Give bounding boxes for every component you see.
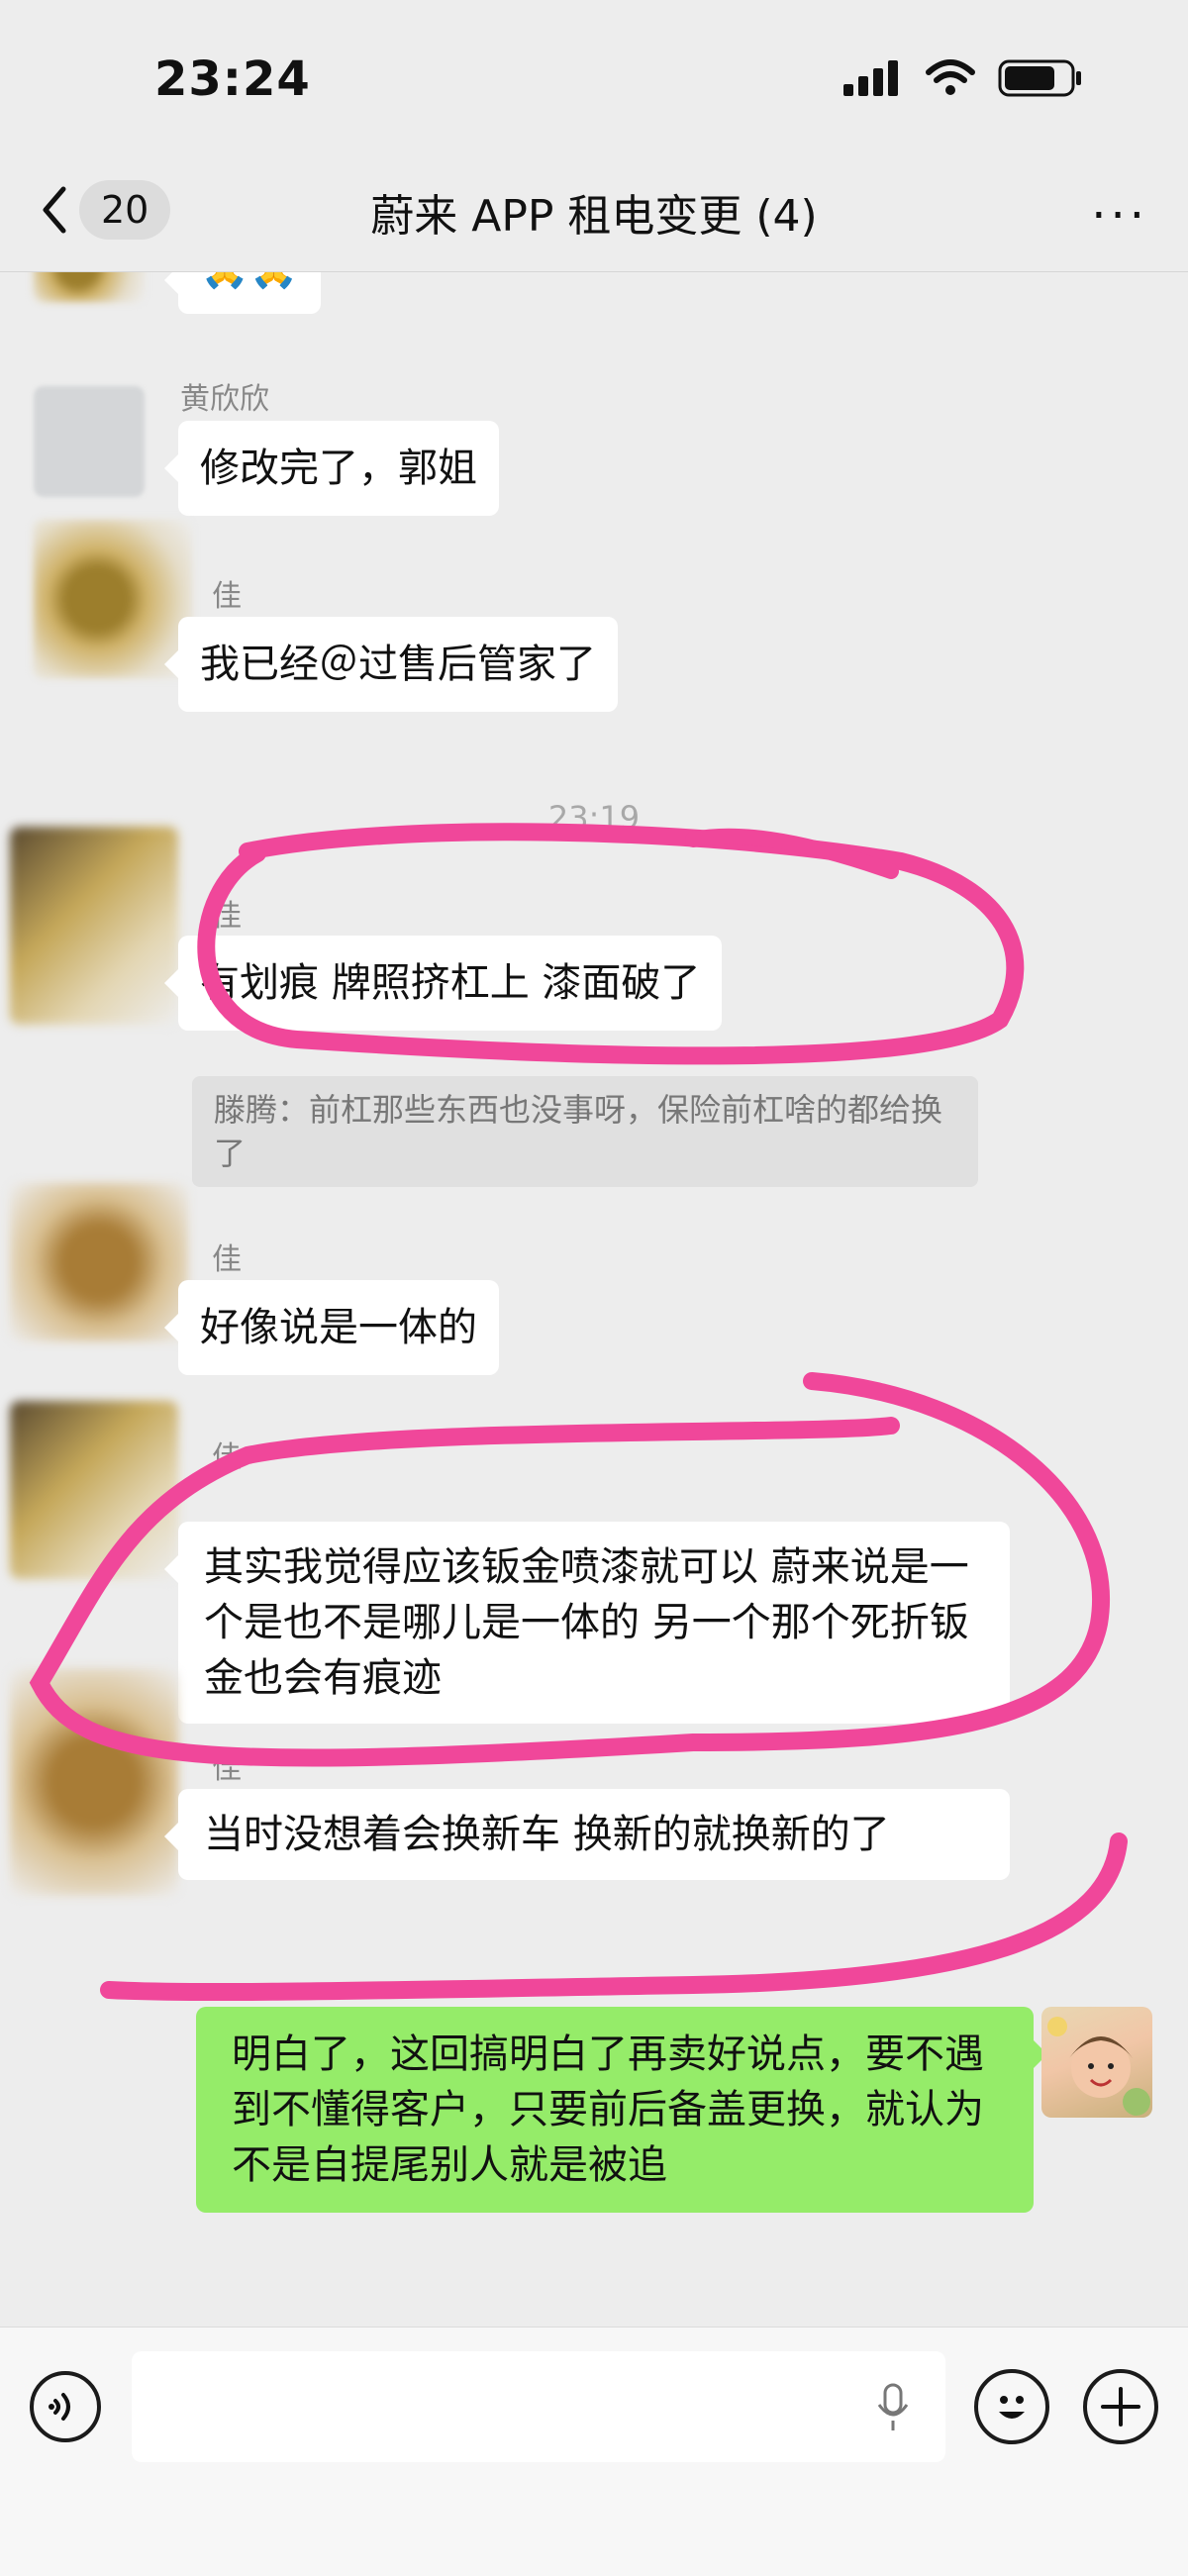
my-avatar[interactable] — [1041, 2007, 1152, 2118]
sender-name: 黄欣欣 — [180, 382, 269, 417]
message-bubble[interactable]: 我已经＠过售后管家了 — [164, 617, 618, 712]
my-message-bubble[interactable]: 明白了，这回搞明白了再卖好说点，要不遇到不懂得客户，只要前后备盖更换，就认为不是… — [196, 2007, 1047, 2213]
avatar[interactable] — [10, 1668, 178, 1896]
emoji-button[interactable] — [974, 2369, 1049, 2444]
emoji-icon — [999, 2396, 1025, 2419]
message-bubble[interactable]: 当时没想着会换新车 换新的就换新的了 — [164, 1789, 1010, 1880]
sender-name: 佳 — [212, 1440, 242, 1475]
avatar[interactable] — [34, 272, 145, 302]
message-input[interactable] — [132, 2351, 945, 2462]
avatar[interactable] — [10, 1183, 188, 1341]
timestamp: 23:19 — [547, 799, 641, 837]
message-list[interactable]: 🙏🙏 黄欣欣 修改完了，郭姐 佳 我已经＠过售后管家了 23:19 佳 有划痕 … — [0, 272, 1188, 2327]
voice-input-button[interactable] — [30, 2371, 101, 2442]
wifi-icon — [926, 59, 975, 95]
status-icons — [843, 57, 1083, 99]
sender-name: 佳 — [212, 899, 242, 934]
message-bubble[interactable]: 好像说是一体的 — [164, 1280, 499, 1375]
avatar[interactable] — [10, 827, 178, 1025]
plus-button[interactable] — [1083, 2369, 1158, 2444]
mic-icon[interactable] — [876, 2383, 910, 2432]
plus-icon — [1101, 2387, 1140, 2427]
voice-icon — [49, 2393, 70, 2421]
message-bubble[interactable]: 其实我觉得应该钣金喷漆就可以 蔚来说是一个是也不是哪儿是一体的 另一个那个死折钣… — [164, 1522, 1010, 1724]
sender-name: 佳 — [212, 1751, 242, 1786]
avatar[interactable] — [10, 1401, 178, 1579]
avatar[interactable] — [34, 386, 145, 497]
message-bubble[interactable]: 🙏🙏 — [164, 272, 321, 314]
more-options-button[interactable]: ··· — [1091, 188, 1148, 244]
input-bar — [0, 2327, 1188, 2576]
status-time: 23:24 — [154, 51, 311, 107]
message-bubble[interactable]: 修改完了，郭姐 — [164, 421, 499, 516]
message-bubble[interactable]: 有划痕 牌照挤杠上 漆面破了 — [163, 936, 723, 1031]
chat-title: 蔚来 APP 租电变更 (4) — [370, 191, 818, 242]
chat-header: 20 蔚来 APP 租电变更 (4) ··· — [0, 158, 1188, 272]
sender-name: 佳 — [212, 579, 242, 614]
sender-name: 佳 — [212, 1242, 242, 1277]
cellular-signal-icon — [843, 60, 898, 96]
status-bar: 23:24 — [0, 0, 1188, 158]
child-photo-icon — [1047, 2017, 1150, 2116]
battery-icon — [998, 59, 1081, 97]
quoted-message[interactable]: 滕腾：前杠那些东西也没事呀，保险前杠啥的都给换了 — [192, 1076, 978, 1187]
